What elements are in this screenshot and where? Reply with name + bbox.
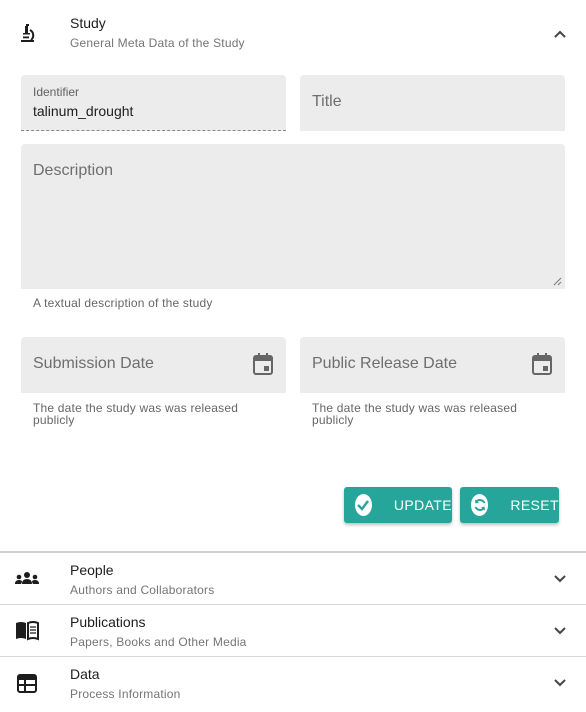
identifier-field[interactable]: Identifier talinum_drought xyxy=(21,75,286,131)
update-button[interactable]: UPDATE xyxy=(344,487,452,523)
chevron-down-icon[interactable] xyxy=(552,675,568,691)
section-subtitle: Papers, Books and Other Media xyxy=(70,635,247,649)
submission-date-placeholder: Submission Date xyxy=(33,355,154,372)
people-icon xyxy=(14,566,40,592)
title-field[interactable]: Title xyxy=(300,75,565,131)
book-icon xyxy=(14,618,40,644)
check-circle-icon xyxy=(355,494,372,516)
calendar-icon[interactable] xyxy=(532,353,552,375)
update-label: UPDATE xyxy=(393,497,452,513)
public-release-date-hint: The date the study was was released publ… xyxy=(312,401,518,427)
section-subtitle: Process Information xyxy=(70,687,181,701)
study-section-header[interactable]: Study General Meta Data of the Study xyxy=(0,0,586,70)
description-placeholder: Description xyxy=(33,162,114,179)
people-section-header[interactable]: People Authors and Collaborators xyxy=(0,553,586,604)
chevron-up-icon[interactable] xyxy=(552,26,568,42)
chevron-down-icon[interactable] xyxy=(552,571,568,587)
identifier-value: talinum_drought xyxy=(33,103,134,119)
section-subtitle: Authors and Collaborators xyxy=(70,583,215,597)
submission-date-hint: The date the study was was released publ… xyxy=(33,401,239,427)
resize-handle-icon[interactable] xyxy=(552,276,562,286)
chevron-down-icon[interactable] xyxy=(552,623,568,639)
public-release-date-placeholder: Public Release Date xyxy=(312,355,457,372)
submission-date-field[interactable]: Submission Date xyxy=(21,337,286,393)
calendar-icon[interactable] xyxy=(253,353,273,375)
reset-label: RESET xyxy=(510,497,559,513)
publications-section-header[interactable]: Publications Papers, Books and Other Med… xyxy=(0,605,586,656)
refresh-icon xyxy=(471,494,489,516)
identifier-label: Identifier xyxy=(33,85,80,99)
public-release-date-field[interactable]: Public Release Date xyxy=(300,337,565,393)
section-title: Publications xyxy=(70,614,146,630)
section-title: Data xyxy=(70,666,100,682)
description-hint: A textual description of the study xyxy=(33,296,213,310)
title-placeholder: Title xyxy=(312,93,342,110)
reset-button[interactable]: RESET xyxy=(460,487,559,523)
table-icon xyxy=(14,670,40,696)
study-title: Study xyxy=(70,15,106,31)
study-subtitle: General Meta Data of the Study xyxy=(70,36,245,50)
section-title: People xyxy=(70,562,114,578)
description-field[interactable]: Description xyxy=(21,144,565,289)
data-section-header[interactable]: Data Process Information xyxy=(0,657,586,712)
microscope-icon xyxy=(14,20,40,46)
